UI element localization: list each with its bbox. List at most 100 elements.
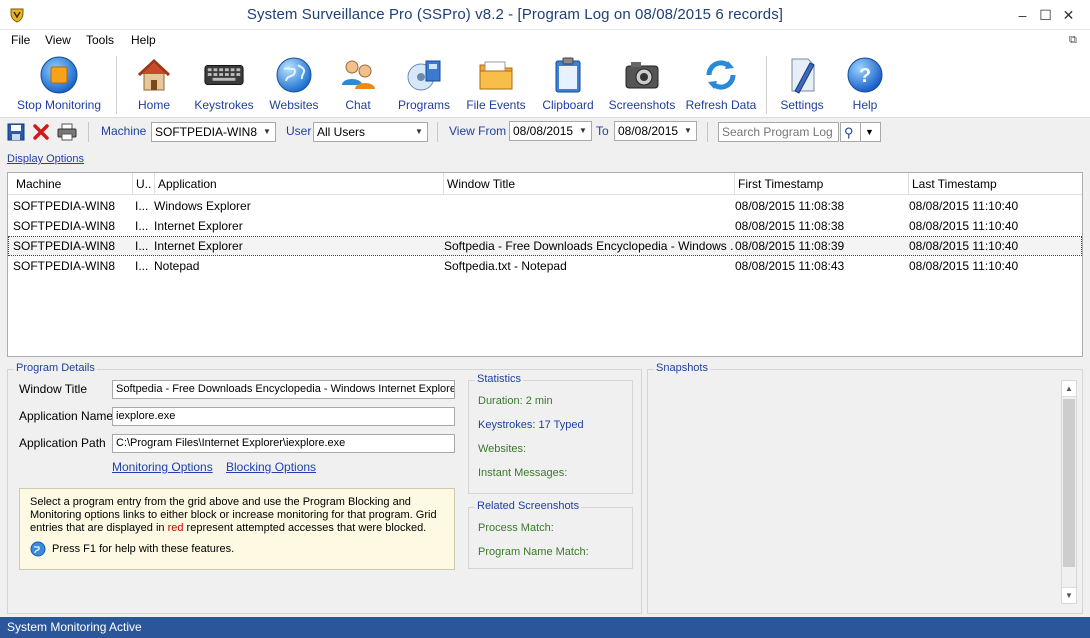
table-row[interactable]: SOFTPEDIA-WIN8 I... Windows Explorer 08/…: [8, 196, 1082, 216]
file-events-label: File Events: [466, 98, 526, 112]
refresh-data-button[interactable]: Refresh Data: [685, 54, 757, 116]
process-match: Process Match:: [478, 522, 554, 534]
monitoring-options-link[interactable]: Monitoring Options: [112, 460, 213, 474]
display-options-link[interactable]: Display Options: [7, 153, 84, 165]
program-details-title: Program Details: [14, 362, 97, 374]
file-events-button[interactable]: File Events: [465, 54, 527, 116]
info-text: Select a program entry from the grid abo…: [30, 496, 440, 535]
search-button[interactable]: ⚲ ▼: [840, 122, 881, 142]
delete-icon[interactable]: [32, 123, 50, 141]
snapshots-scrollbar[interactable]: ▲ ▼: [1061, 380, 1077, 604]
keyboard-icon: [203, 54, 245, 96]
screenshots-label: Screenshots: [608, 98, 676, 112]
globe-icon: [273, 54, 315, 96]
scroll-down-icon[interactable]: ▼: [1062, 587, 1076, 603]
cell-machine: SOFTPEDIA-WIN8: [13, 239, 116, 253]
window-title-label: Window Title: [19, 382, 88, 396]
statistics-title: Statistics: [475, 373, 524, 385]
column-machine[interactable]: Machine: [8, 173, 133, 195]
related-screenshots-group: [468, 507, 633, 569]
cell-user: I...: [135, 259, 149, 273]
cell-window-title: Softpedia.txt - Notepad: [444, 259, 567, 273]
menu-file[interactable]: File: [11, 30, 30, 50]
window-title-field[interactable]: Softpedia - Free Downloads Encyclopedia …: [112, 380, 455, 399]
stat-keystrokes: Keystrokes: 17 Typed: [478, 419, 584, 431]
stop-monitoring-label: Stop Monitoring: [16, 98, 102, 112]
column-window-title[interactable]: Window Title: [444, 173, 735, 195]
program-name-match: Program Name Match:: [478, 546, 589, 558]
home-label: Home: [137, 98, 170, 112]
stop-monitoring-button[interactable]: Stop Monitoring: [12, 54, 106, 116]
restore-mdi-icon[interactable]: ⧉: [1069, 30, 1077, 50]
keystrokes-button[interactable]: Keystrokes: [193, 54, 255, 116]
close-button[interactable]: ✕: [1046, 0, 1090, 30]
related-screenshots-title: Related Screenshots: [475, 500, 582, 512]
title-bar: System Surveillance Pro (SSPro) v8.2 - […: [0, 0, 1090, 30]
application-name-field[interactable]: iexplore.exe: [112, 407, 455, 426]
help-icon: ?: [844, 54, 886, 96]
from-date-picker[interactable]: 08/08/2015 ▼: [509, 121, 592, 141]
folder-icon: [475, 54, 517, 96]
chevron-down-icon: ▼: [579, 126, 587, 135]
menu-bar: File View Tools Help ⧉: [0, 30, 1090, 50]
close-icon: ✕: [1062, 6, 1075, 23]
scroll-thumb[interactable]: [1063, 399, 1075, 567]
settings-button[interactable]: Settings: [776, 54, 828, 116]
screenshots-button[interactable]: Screenshots: [607, 54, 677, 116]
help-button[interactable]: ? Help: [840, 54, 890, 116]
info-panel: Select a program entry from the grid abo…: [19, 488, 455, 570]
save-icon[interactable]: [7, 123, 25, 141]
keystrokes-label: Keystrokes: [194, 98, 254, 112]
search-input[interactable]: [718, 122, 839, 142]
application-path-field[interactable]: C:\Program Files\Internet Explorer\iexpl…: [112, 434, 455, 453]
menu-help[interactable]: Help: [131, 30, 156, 50]
chevron-down-icon: ▼: [415, 127, 423, 136]
cell-last-timestamp: 08/08/2015 11:10:40: [909, 199, 1019, 213]
settings-icon: [781, 54, 823, 96]
cell-window-title: Softpedia - Free Downloads Encyclopedia …: [444, 239, 734, 253]
filter-separator: [707, 122, 708, 142]
column-application[interactable]: Application: [155, 173, 444, 195]
filter-separator: [88, 122, 89, 142]
cell-application: Notepad: [154, 259, 200, 273]
menu-tools[interactable]: Tools: [86, 30, 114, 50]
machine-value: SOFTPEDIA-WIN8: [155, 125, 258, 139]
status-bar: System Monitoring Active: [0, 617, 1090, 638]
table-row-selected[interactable]: SOFTPEDIA-WIN8 I... Internet Explorer So…: [8, 236, 1082, 256]
websites-button[interactable]: Websites: [266, 54, 322, 116]
clipboard-button[interactable]: Clipboard: [538, 54, 598, 116]
column-first-timestamp[interactable]: First Timestamp: [735, 173, 909, 195]
chevron-down-icon: ▼: [684, 126, 692, 135]
toolbar-separator: [766, 56, 767, 114]
user-select[interactable]: All Users ▼: [313, 122, 428, 142]
programs-button[interactable]: Programs: [394, 54, 454, 116]
camera-icon: [621, 54, 663, 96]
column-user[interactable]: U..: [133, 173, 155, 195]
cell-application: Internet Explorer: [154, 219, 243, 233]
chevron-down-icon[interactable]: ▼: [865, 123, 874, 141]
cell-first-timestamp: 08/08/2015 11:08:38: [735, 199, 845, 213]
cell-first-timestamp: 08/08/2015 11:08:38: [735, 219, 845, 233]
menu-view[interactable]: View: [45, 30, 71, 50]
stop-icon: [38, 54, 80, 96]
chat-button[interactable]: Chat: [333, 54, 383, 116]
search-icon: ⚲: [844, 125, 854, 140]
machine-select[interactable]: SOFTPEDIA-WIN8 ▼: [151, 122, 276, 142]
svg-text:?: ?: [859, 65, 871, 87]
programs-label: Programs: [397, 98, 450, 112]
user-value: All Users: [317, 125, 366, 139]
chat-label: Chat: [345, 98, 371, 112]
home-button[interactable]: Home: [130, 54, 178, 116]
table-row[interactable]: SOFTPEDIA-WIN8 I... Notepad Softpedia.tx…: [8, 256, 1082, 276]
help-label: Help: [852, 98, 878, 112]
blocking-options-link[interactable]: Blocking Options: [226, 460, 316, 474]
toolbar-separator: [116, 56, 117, 114]
to-label: To: [596, 124, 609, 138]
application-name-label: Application Name: [19, 409, 114, 423]
print-icon[interactable]: [57, 123, 77, 141]
scroll-up-icon[interactable]: ▲: [1062, 381, 1076, 397]
table-row[interactable]: SOFTPEDIA-WIN8 I... Internet Explorer 08…: [8, 216, 1082, 236]
to-date-picker[interactable]: 08/08/2015 ▼: [614, 121, 697, 141]
toolbar: Stop Monitoring Home Keystrokes Websites…: [0, 50, 1090, 118]
column-last-timestamp[interactable]: Last Timestamp: [909, 173, 1082, 195]
